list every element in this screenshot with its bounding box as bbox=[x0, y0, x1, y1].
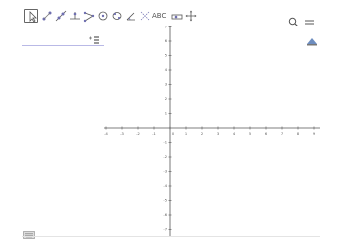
slider-icon bbox=[171, 14, 183, 20]
keyboard-icon bbox=[23, 231, 35, 239]
x-axis-tick-label: 9 bbox=[313, 132, 316, 136]
algebra-settings-icon bbox=[89, 36, 99, 44]
graphics-style-button[interactable] bbox=[306, 31, 318, 46]
search-button[interactable] bbox=[288, 13, 299, 28]
y-axis-tick-label: 6 bbox=[165, 39, 168, 43]
workspace-bottom-border bbox=[22, 236, 320, 237]
toolbar: ABC bbox=[0, 0, 350, 28]
text-tool-button[interactable]: ABC bbox=[152, 12, 166, 20]
conic-tool-button[interactable] bbox=[110, 9, 124, 23]
x-axis-tick-label: 3 bbox=[217, 132, 219, 136]
point-icon bbox=[42, 11, 52, 21]
menu-button[interactable] bbox=[304, 14, 315, 28]
transform-tool-button[interactable] bbox=[138, 9, 152, 23]
x-axis-tick-label: 1 bbox=[185, 132, 187, 136]
graphics-style-bar-icon bbox=[307, 38, 317, 46]
y-axis-tick-label: 1 bbox=[165, 112, 167, 116]
x-axis-tick-label: 4 bbox=[233, 132, 236, 136]
y-axis-tick-label: 7 bbox=[165, 26, 167, 29]
move-tool-button[interactable] bbox=[24, 9, 38, 23]
y-axis-tick-label: 2 bbox=[165, 97, 167, 101]
line-icon bbox=[55, 10, 67, 22]
algebra-input-row-underline bbox=[22, 45, 104, 46]
x-axis-tick-label: 0 bbox=[172, 132, 175, 136]
move-view-tool-button[interactable] bbox=[184, 9, 198, 23]
algebra-view[interactable] bbox=[22, 26, 105, 236]
y-axis-tick-label: -5 bbox=[163, 199, 167, 203]
geogebra-app: ABC -4 -3 -2 -1 0 1 2 3 4 5 6 7 8 9 7 6 5 4 3 2 1 -1 -2 -3 -4 -5-… bbox=[0, 0, 350, 250]
y-axis-tick-label: 4 bbox=[165, 68, 168, 72]
graphics-canvas[interactable]: -4 -3 -2 -1 0 1 2 3 4 5 6 7 8 9 7 6 5 4 3 2 1 -1 -2 -3 -4 -5 -6 -7 bbox=[104, 26, 320, 236]
y-axis-tick-label: -4 bbox=[163, 184, 167, 188]
x-axis-tick-label: -4 bbox=[104, 132, 108, 136]
line-tool-button[interactable] bbox=[54, 9, 68, 23]
x-axis-tick-label: 6 bbox=[265, 132, 268, 136]
angle-tool-button[interactable] bbox=[124, 9, 138, 23]
polygon-tool-button[interactable] bbox=[82, 9, 96, 23]
move-arrow-icon bbox=[29, 11, 37, 23]
y-axis-tick-label: -7 bbox=[163, 228, 167, 232]
y-axis-tick-label: -3 bbox=[163, 170, 167, 174]
x-axis-tick-label: -2 bbox=[136, 132, 140, 136]
circle-icon bbox=[98, 11, 108, 21]
point-tool-button[interactable] bbox=[40, 9, 54, 23]
algebra-settings-button[interactable] bbox=[88, 30, 100, 44]
perpendicular-tool-button[interactable] bbox=[68, 9, 82, 23]
y-axis-tick-label: -2 bbox=[163, 155, 167, 159]
x-axis-tick-label: 5 bbox=[249, 132, 251, 136]
keyboard-button[interactable] bbox=[23, 224, 35, 239]
slider-tool-button[interactable] bbox=[170, 9, 184, 23]
x-axis-tick-label: 7 bbox=[281, 132, 283, 136]
y-axis-tick-label: -6 bbox=[163, 213, 167, 217]
graphics-view[interactable]: -4 -3 -2 -1 0 1 2 3 4 5 6 7 8 9 7 6 5 4 3 2 1 -1 -2 -3 -4 -5 -6 -7 bbox=[104, 26, 320, 236]
polygon-icon bbox=[83, 11, 95, 23]
perpendicular-line-icon bbox=[70, 12, 80, 20]
circle-tool-button[interactable] bbox=[96, 9, 110, 23]
angle-icon bbox=[126, 12, 135, 21]
x-axis-tick-label: -3 bbox=[120, 132, 124, 136]
move-graphics-view-icon bbox=[185, 10, 197, 22]
x-axis-tick-label: 8 bbox=[297, 132, 300, 136]
transform-icon bbox=[140, 11, 150, 21]
x-axis-tick-label: 2 bbox=[201, 132, 203, 136]
conic-icon bbox=[112, 12, 122, 20]
y-axis-tick-label: 3 bbox=[165, 83, 167, 87]
y-axis-tick-label: 5 bbox=[165, 54, 167, 58]
x-axis-tick-label: -1 bbox=[152, 132, 156, 136]
y-axis-tick-label: -1 bbox=[163, 141, 167, 145]
